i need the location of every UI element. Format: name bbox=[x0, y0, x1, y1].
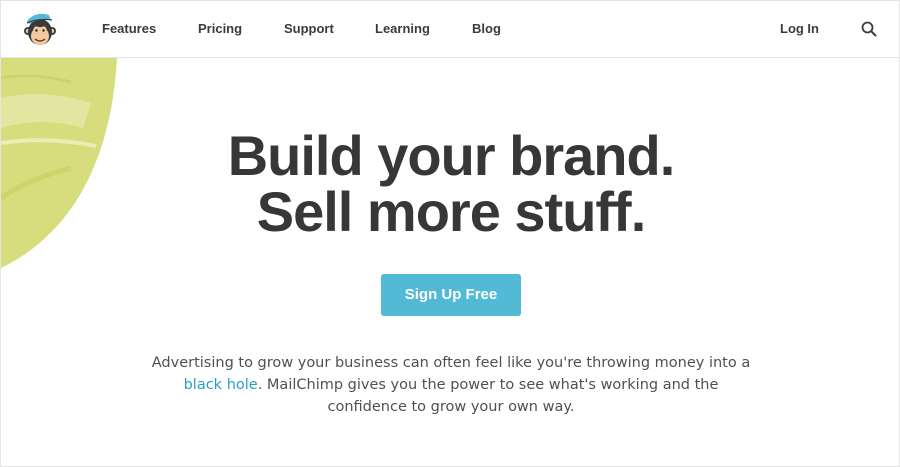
search-icon[interactable] bbox=[860, 20, 878, 38]
hero-description: Advertising to grow your business can of… bbox=[151, 352, 751, 418]
black-hole-link[interactable]: black hole bbox=[184, 377, 258, 393]
hero-description-text-1: Advertising to grow your business can of… bbox=[151, 355, 751, 371]
nav-pricing[interactable]: Pricing bbox=[198, 21, 242, 36]
mailchimp-logo-icon[interactable] bbox=[21, 9, 59, 49]
top-navigation-bar: Features Pricing Support Learning Blog L… bbox=[1, 1, 899, 58]
nav-support[interactable]: Support bbox=[284, 21, 334, 36]
nav-learning[interactable]: Learning bbox=[375, 21, 430, 36]
nav-features[interactable]: Features bbox=[102, 21, 156, 36]
nav-blog[interactable]: Blog bbox=[472, 21, 501, 36]
hero-headline-line-2: Sell more stuff. bbox=[256, 180, 647, 243]
hero-headline: Build your brand. Sell more stuff. bbox=[1, 124, 899, 243]
decorative-paint-blob bbox=[1, 58, 121, 270]
login-link[interactable]: Log In bbox=[780, 21, 819, 36]
sign-up-free-button[interactable]: Sign Up Free bbox=[381, 274, 521, 316]
hero-headline-line-1: Build your brand. bbox=[227, 124, 676, 187]
hero-description-text-2: . MailChimp gives you the power to see w… bbox=[257, 377, 719, 415]
page: Features Pricing Support Learning Blog L… bbox=[0, 0, 900, 467]
